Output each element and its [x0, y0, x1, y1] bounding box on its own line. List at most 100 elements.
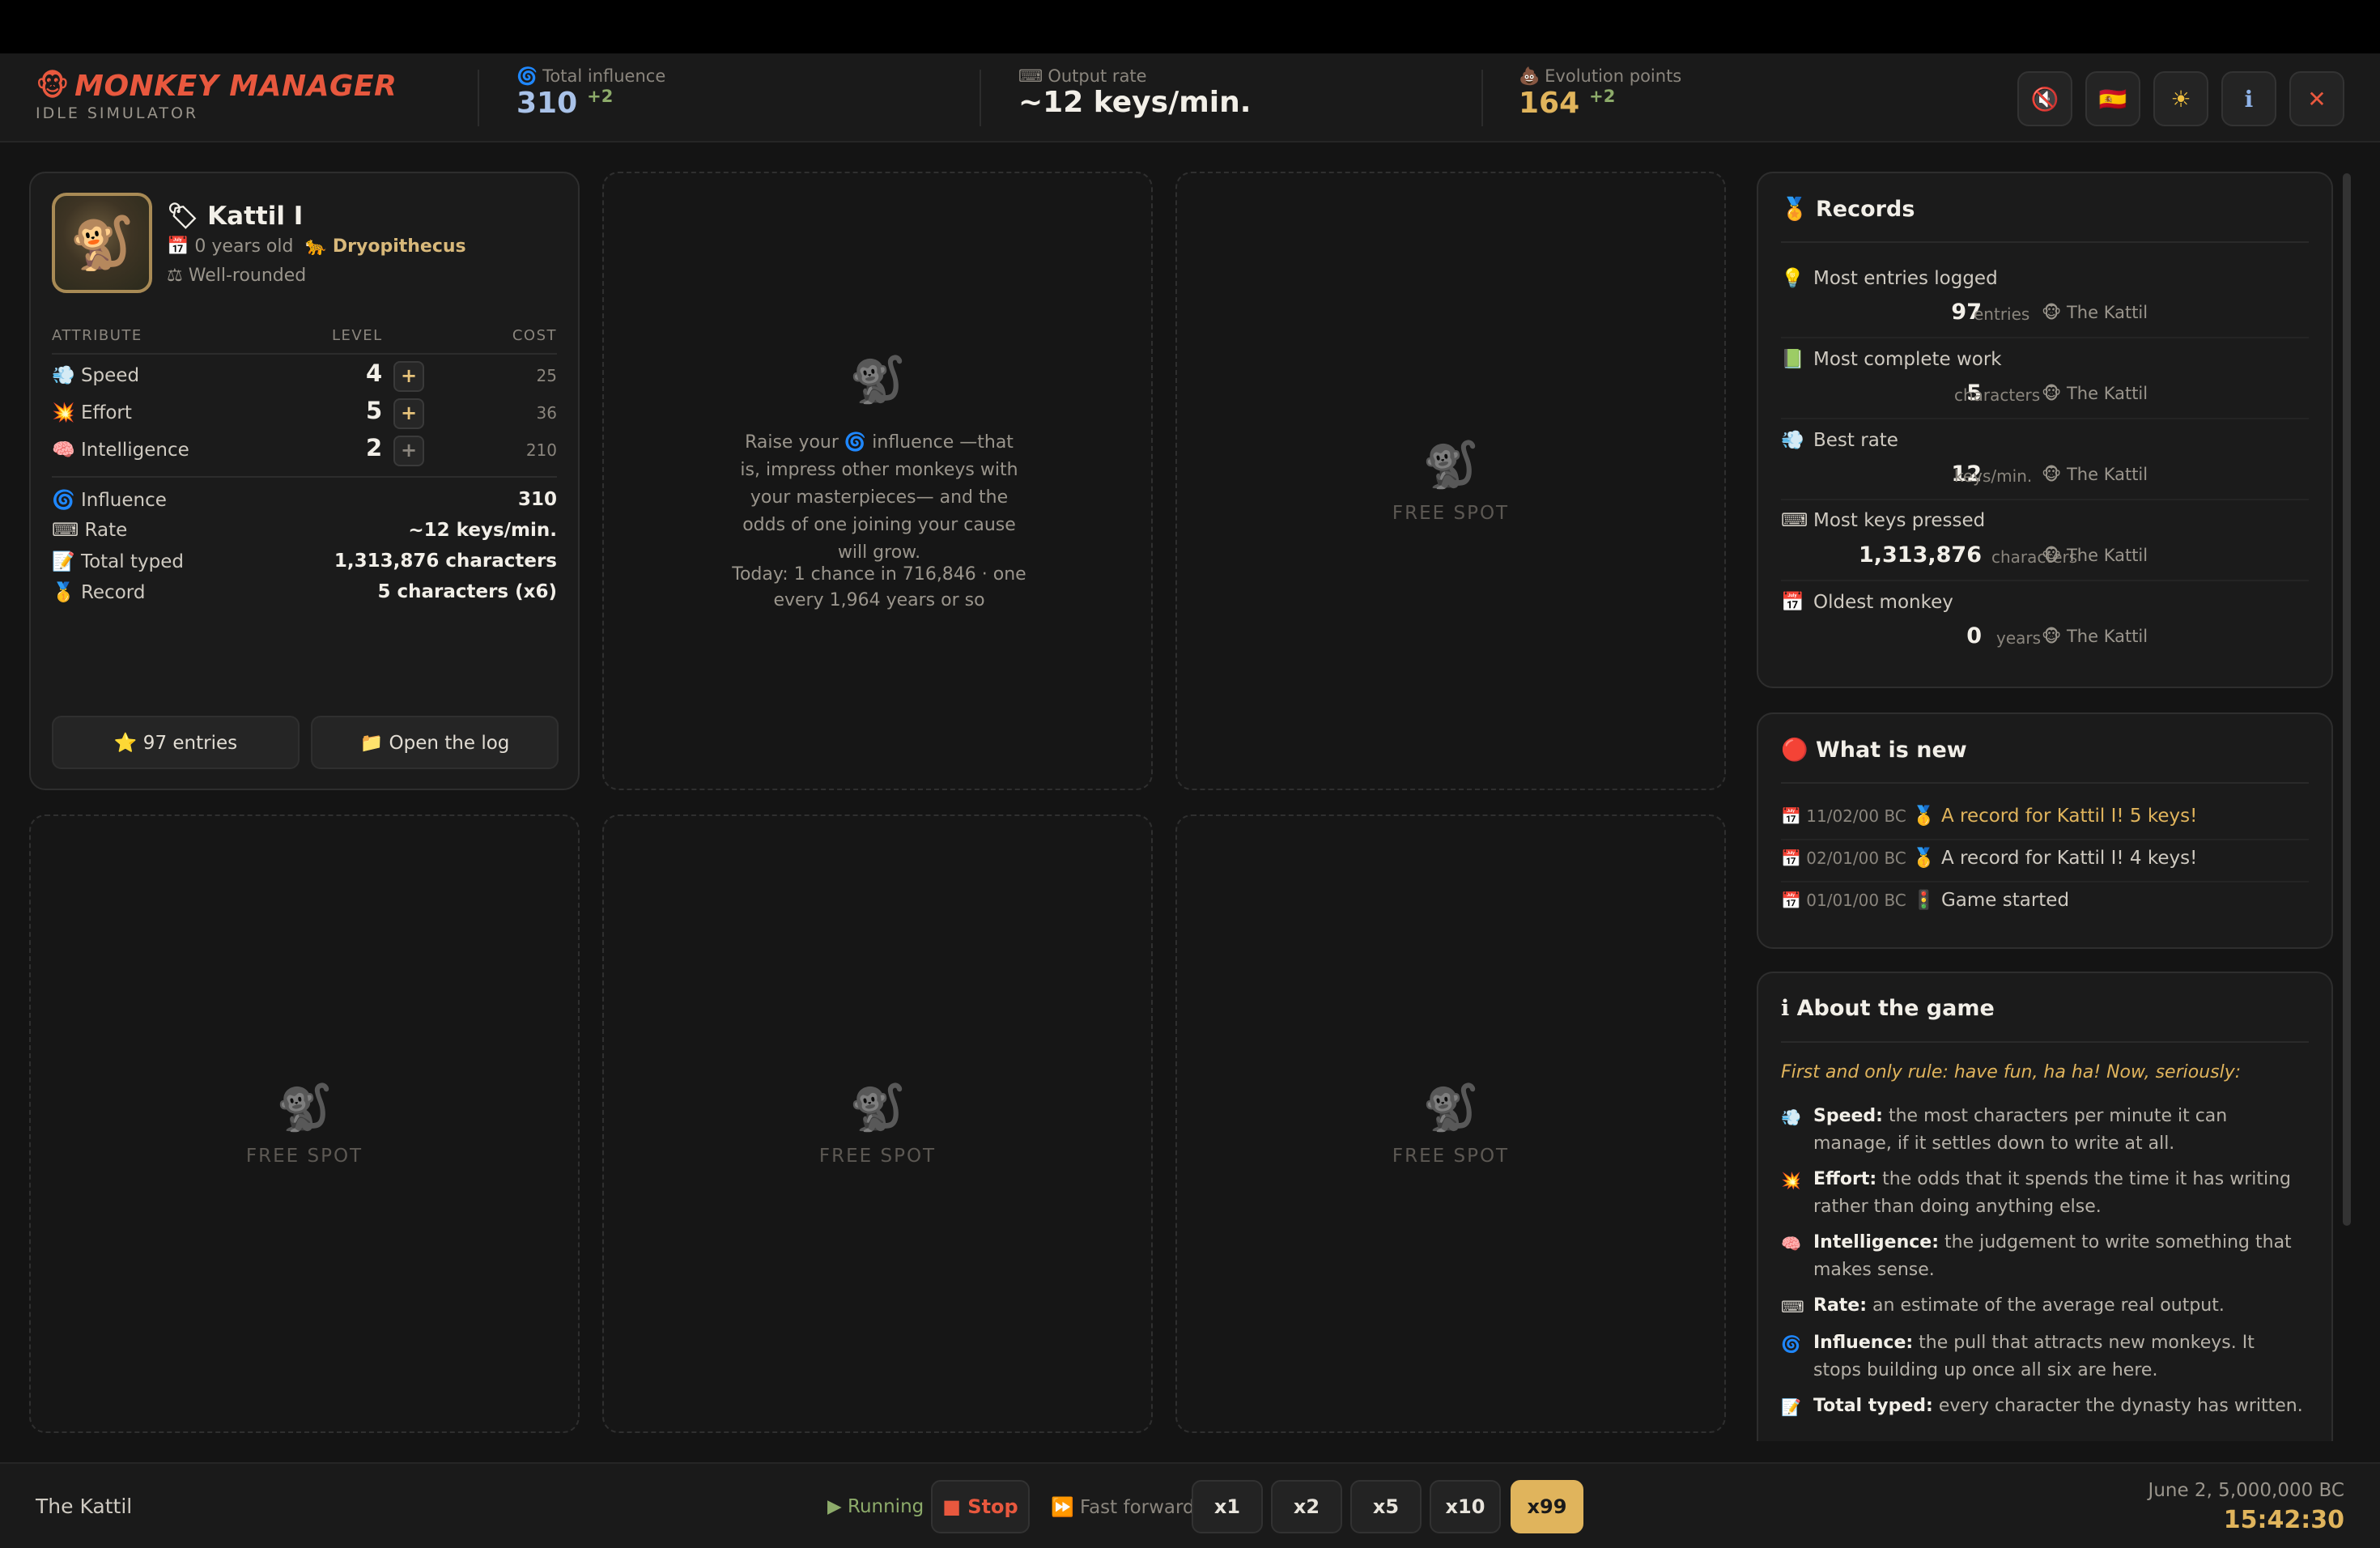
stat-value: 5 characters (x6): [377, 581, 557, 602]
records-title: 🏅 Records: [1781, 197, 1915, 222]
theme-button[interactable]: ☀: [2153, 71, 2208, 126]
about-term: Intelligence:: [1813, 1232, 1939, 1252]
about-term: Influence:: [1813, 1333, 1914, 1353]
dynasty-name: The Kattil: [36, 1495, 133, 1518]
monkey-age: 0 years old: [194, 236, 294, 257]
stat-value: 164: [1519, 87, 1580, 120]
keyboard-icon: ⌨: [52, 520, 79, 541]
stat-label: Rate: [84, 520, 128, 541]
speed-x10-button[interactable]: x10: [1430, 1480, 1501, 1533]
lightbulb-icon: 💡: [1781, 268, 1804, 289]
stat-evolution-points: 💩 Evolution points 164 +2: [1519, 66, 1681, 120]
brain-icon: 🧠: [52, 440, 75, 461]
close-button[interactable]: ✕: [2289, 71, 2344, 126]
stat-value: 1,313,876 characters: [334, 551, 557, 572]
monkey-silhouette-icon: 🐒: [849, 354, 906, 406]
stat-label: Record: [80, 582, 146, 603]
record-value: 0: [1966, 623, 1982, 649]
upgrade-speed-button[interactable]: +: [393, 361, 424, 392]
stat-delta: +2: [1589, 87, 1616, 106]
sidebar-scrollbar[interactable]: [2343, 173, 2351, 1226]
upgrade-effort-button[interactable]: +: [393, 398, 424, 429]
speed-icon: 💨: [52, 365, 75, 386]
monkey-logo-icon: 🐵: [36, 70, 70, 103]
about-item: Intelligence: the judgement to write som…: [1813, 1229, 2307, 1284]
record-unit: characters: [1954, 385, 2041, 405]
stat-label: Influence: [80, 490, 167, 511]
attribute-row-speed: 💨 Speed 4 + 25: [52, 358, 557, 392]
stat-value: 310: [517, 489, 557, 510]
balance-icon: ⚖: [167, 266, 183, 286]
bottom-bar: The Kattil ▶ Running ■ Stop ⏩ Fast forwa…: [0, 1462, 2380, 1548]
monkey-silhouette-icon: 🐒: [276, 1082, 333, 1134]
record-unit: entries: [1974, 304, 2030, 324]
app-title: 🐵 MONKEY MANAGER: [36, 70, 397, 103]
divider: [980, 70, 981, 126]
stat-label: Output rate: [1048, 66, 1147, 86]
recruit-odds-text: Today: 1 chance in 716,846 · one every 1…: [732, 564, 1026, 610]
records-panel: 🏅 Records 💡 Most entries logged 97 entrie…: [1757, 172, 2333, 688]
brand: 🐵 MONKEY MANAGER IDLE SIMULATOR: [36, 70, 397, 122]
close-icon: ✕: [2307, 85, 2327, 113]
monkey-silhouette-icon: 🐒: [849, 1082, 906, 1134]
open-log-button[interactable]: 📁 Open the log: [311, 716, 559, 769]
stat-value: ~12 keys/min.: [1018, 86, 1252, 119]
calendar-icon: 📅: [1781, 592, 1804, 613]
divider: [1781, 839, 2309, 840]
stat-value: 310: [516, 87, 578, 120]
language-button[interactable]: 🇪🇸: [2085, 71, 2140, 126]
speed-x1-button[interactable]: x1: [1192, 1480, 1263, 1533]
about-item: Effort: the odds that it spends the time…: [1813, 1166, 2307, 1221]
record-holder: 🐵 The Kattil: [2042, 303, 2148, 322]
free-spot-slot[interactable]: 🐒 FREE SPOT: [1175, 172, 1726, 790]
monkey-portrait-icon: 🐒: [70, 213, 134, 274]
about-item: Rate: an estimate of the average real ou…: [1813, 1292, 2307, 1320]
memo-icon: 📝: [1781, 1397, 1801, 1417]
news-date: 📅 02/01/00 BC: [1781, 848, 1906, 868]
upgrade-intelligence-button[interactable]: +: [393, 436, 424, 466]
tag-icon: 🏷: [167, 202, 199, 231]
free-spot-slot[interactable]: 🐒 FREE SPOT: [602, 814, 1153, 1433]
info-button[interactable]: ℹ: [2221, 71, 2276, 126]
species-icon: 🐆: [304, 236, 327, 257]
stat-total-influence: 🌀 Total influence 310 +2: [516, 66, 665, 120]
news-title: 🔴 What is new: [1781, 738, 1967, 763]
news-text: 🥇 A record for Kattil I! 5 keys!: [1912, 806, 2198, 827]
recruit-hint-text: Raise your 🌀 influence —that is, impress…: [740, 432, 1018, 563]
free-spot-label: FREE SPOT: [818, 1146, 937, 1167]
monkey-trait: ⚖ Well-rounded: [167, 266, 306, 286]
stat-label: Evolution points: [1545, 66, 1682, 86]
about-item: Speed: the most characters per minute it…: [1813, 1103, 2307, 1158]
record-label: 💨 Best rate: [1781, 430, 1898, 451]
stat-value: ~12 keys/min.: [408, 520, 557, 541]
entries-button[interactable]: ⭐ 97 entries: [52, 716, 300, 769]
top-bar: 🐵 MONKEY MANAGER IDLE SIMULATOR 🌀 Total in…: [0, 53, 2380, 142]
medal-icon: 🥇: [52, 582, 75, 603]
monkey-silhouette-icon: 🐒: [1422, 439, 1479, 491]
mute-button[interactable]: 🔇: [2017, 71, 2072, 126]
about-desc: the odds that it spends the time it has …: [1813, 1169, 2292, 1217]
about-item: Total typed: every character the dynasty…: [1813, 1393, 2307, 1420]
attribute-name: Speed: [80, 365, 140, 386]
memo-icon: 📝: [52, 551, 75, 572]
free-spot-label: FREE SPOT: [245, 1146, 363, 1167]
free-spot-slot[interactable]: 🐒 FREE SPOT: [29, 814, 580, 1433]
news-text: 🚦 Game started: [1912, 890, 2070, 911]
speed-x2-button[interactable]: x2: [1271, 1480, 1342, 1533]
stop-button[interactable]: ■ Stop: [931, 1480, 1030, 1533]
column-cost: COST: [512, 327, 557, 344]
news-text: 🥇 A record for Kattil I! 4 keys!: [1912, 848, 2198, 869]
monkey-card: 🐒 🏷 Kattil I 📅 0 years old 🐆 Dryopithecu…: [29, 172, 580, 790]
record-label: 📗 Most complete work: [1781, 349, 2002, 370]
running-status: ▶ Running: [827, 1496, 924, 1517]
sun-icon: ☀: [2170, 85, 2191, 113]
fast-forward-label: ⏩ Fast forward: [1051, 1497, 1195, 1518]
attribute-row-intelligence: 🧠 Intelligence 2 + 210: [52, 432, 557, 466]
divider: [1781, 337, 2309, 338]
attribute-row-effort: 💥 Effort 5 + 36: [52, 395, 557, 429]
speed-x5-button[interactable]: x5: [1350, 1480, 1422, 1533]
influence-icon: 🌀: [1781, 1334, 1801, 1354]
influence-icon: 🌀: [52, 490, 75, 511]
free-spot-slot[interactable]: 🐒 FREE SPOT: [1175, 814, 1726, 1433]
speed-x99-button[interactable]: x99: [1511, 1480, 1583, 1533]
